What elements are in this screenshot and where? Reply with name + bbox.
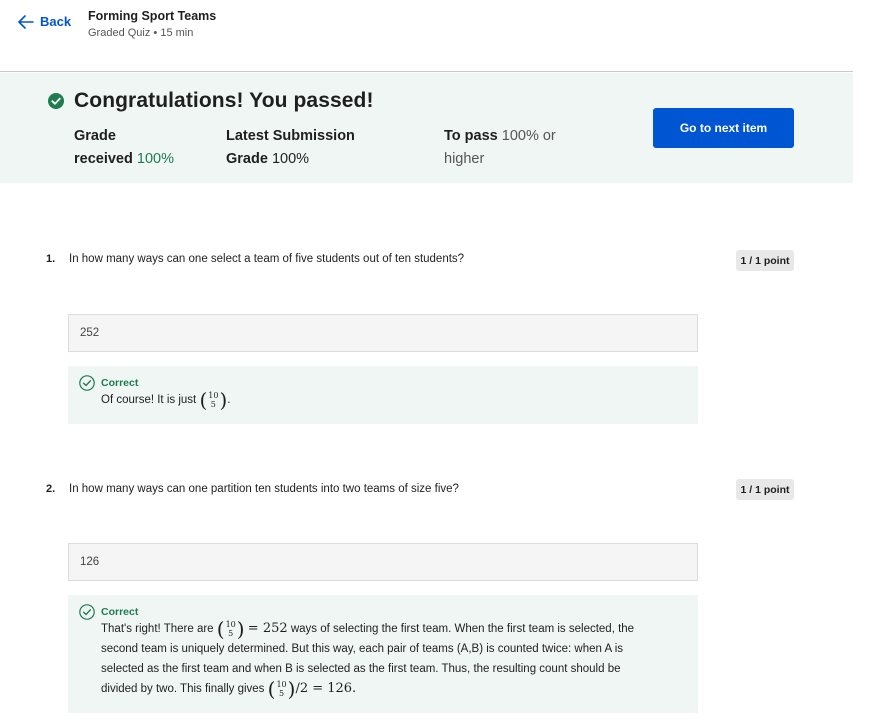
latest-label-2: Grade (226, 151, 268, 167)
feedback-box: Correct Of course! It is just ( 10 5 ) . (68, 366, 698, 424)
feedback-label: Correct (101, 377, 139, 389)
feedback-line1-math: = 252 (247, 621, 288, 637)
arrow-left-icon (18, 14, 34, 29)
feedback-label: Correct (101, 606, 139, 618)
binom-bottom: 5 (278, 689, 285, 699)
check-circle-icon (48, 93, 64, 109)
latest-value: 100% (271, 151, 310, 167)
feedback-line2: second team is uniquely determined. But … (101, 643, 624, 656)
result-banner: Congratulations! You passed! Grade recei… (0, 73, 853, 183)
question-text: In how many ways can one select a team o… (69, 253, 465, 265)
feedback-line4-math: /2 = 126. (295, 681, 357, 697)
feedback-line3: selected as the first team and when B is… (101, 663, 621, 676)
grade-received: Grade received 100% (74, 125, 204, 171)
question-number: 2. (46, 483, 56, 495)
go-to-next-item-button[interactable]: Go to next item (653, 108, 794, 148)
back-label: Back (40, 14, 72, 29)
question-text: In how many ways can one partition ten s… (69, 483, 459, 495)
pass-label: To pass (444, 128, 498, 144)
answer-field[interactable]: 126 (68, 543, 698, 581)
top-bar: Back Forming Sport Teams Graded Quiz • 1… (0, 0, 853, 72)
pass-headline: Congratulations! You passed! (74, 89, 374, 112)
binomial: ( 10 5 ) (216, 617, 245, 641)
feedback-pre: Of course! It is just (101, 394, 197, 407)
feedback-text: That's right! There are ( 10 5 ) = 252 w… (101, 619, 686, 699)
binom-bottom: 5 (228, 629, 234, 638)
latest-label-1: Latest Submission (226, 128, 355, 144)
binom-bottom: 5 (210, 400, 216, 409)
feedback-line4-pre: divided by two. This finally gives (101, 683, 265, 696)
answer-field[interactable]: 252 (68, 314, 698, 352)
binomial: ( 10 5 ) (267, 677, 296, 702)
feedback-box: Correct That's right! There are ( 10 5 )… (68, 595, 698, 713)
question-number: 1. (46, 253, 56, 265)
pass-value-2: higher (444, 151, 485, 167)
latest-submission-grade: Latest Submission Grade 100% (226, 125, 426, 171)
pass-value-1: 100% or (501, 128, 556, 144)
points-badge: 1 / 1 point (736, 479, 794, 500)
feedback-line1-pre: That's right! There are (101, 623, 214, 636)
binom-top: 10 (276, 680, 287, 690)
check-outline-icon (79, 604, 95, 620)
feedback-post: . (227, 394, 231, 407)
binomial: ( 10 5 ) (199, 388, 228, 412)
quiz-title: Forming Sport Teams (88, 9, 217, 23)
binom-top: 10 (208, 391, 219, 400)
quiz-subtitle: Graded Quiz • 15 min (88, 27, 194, 39)
points-badge: 1 / 1 point (736, 250, 794, 271)
grade-label-2: received (74, 151, 133, 167)
feedback-text: Of course! It is just ( 10 5 ) . (101, 390, 686, 410)
pass-requirement: To pass 100% or higher (444, 125, 584, 171)
pass-row: Congratulations! You passed! (48, 89, 374, 113)
quiz-header: Forming Sport Teams Graded Quiz • 15 min (88, 8, 216, 39)
check-outline-icon (79, 375, 95, 391)
grade-value: 100% (136, 151, 174, 167)
binom-top: 10 (225, 620, 236, 629)
grade-label-1: Grade (74, 128, 116, 144)
back-button[interactable]: Back (18, 14, 71, 29)
feedback-line1-post: ways of selecting the first team. When t… (290, 623, 635, 636)
